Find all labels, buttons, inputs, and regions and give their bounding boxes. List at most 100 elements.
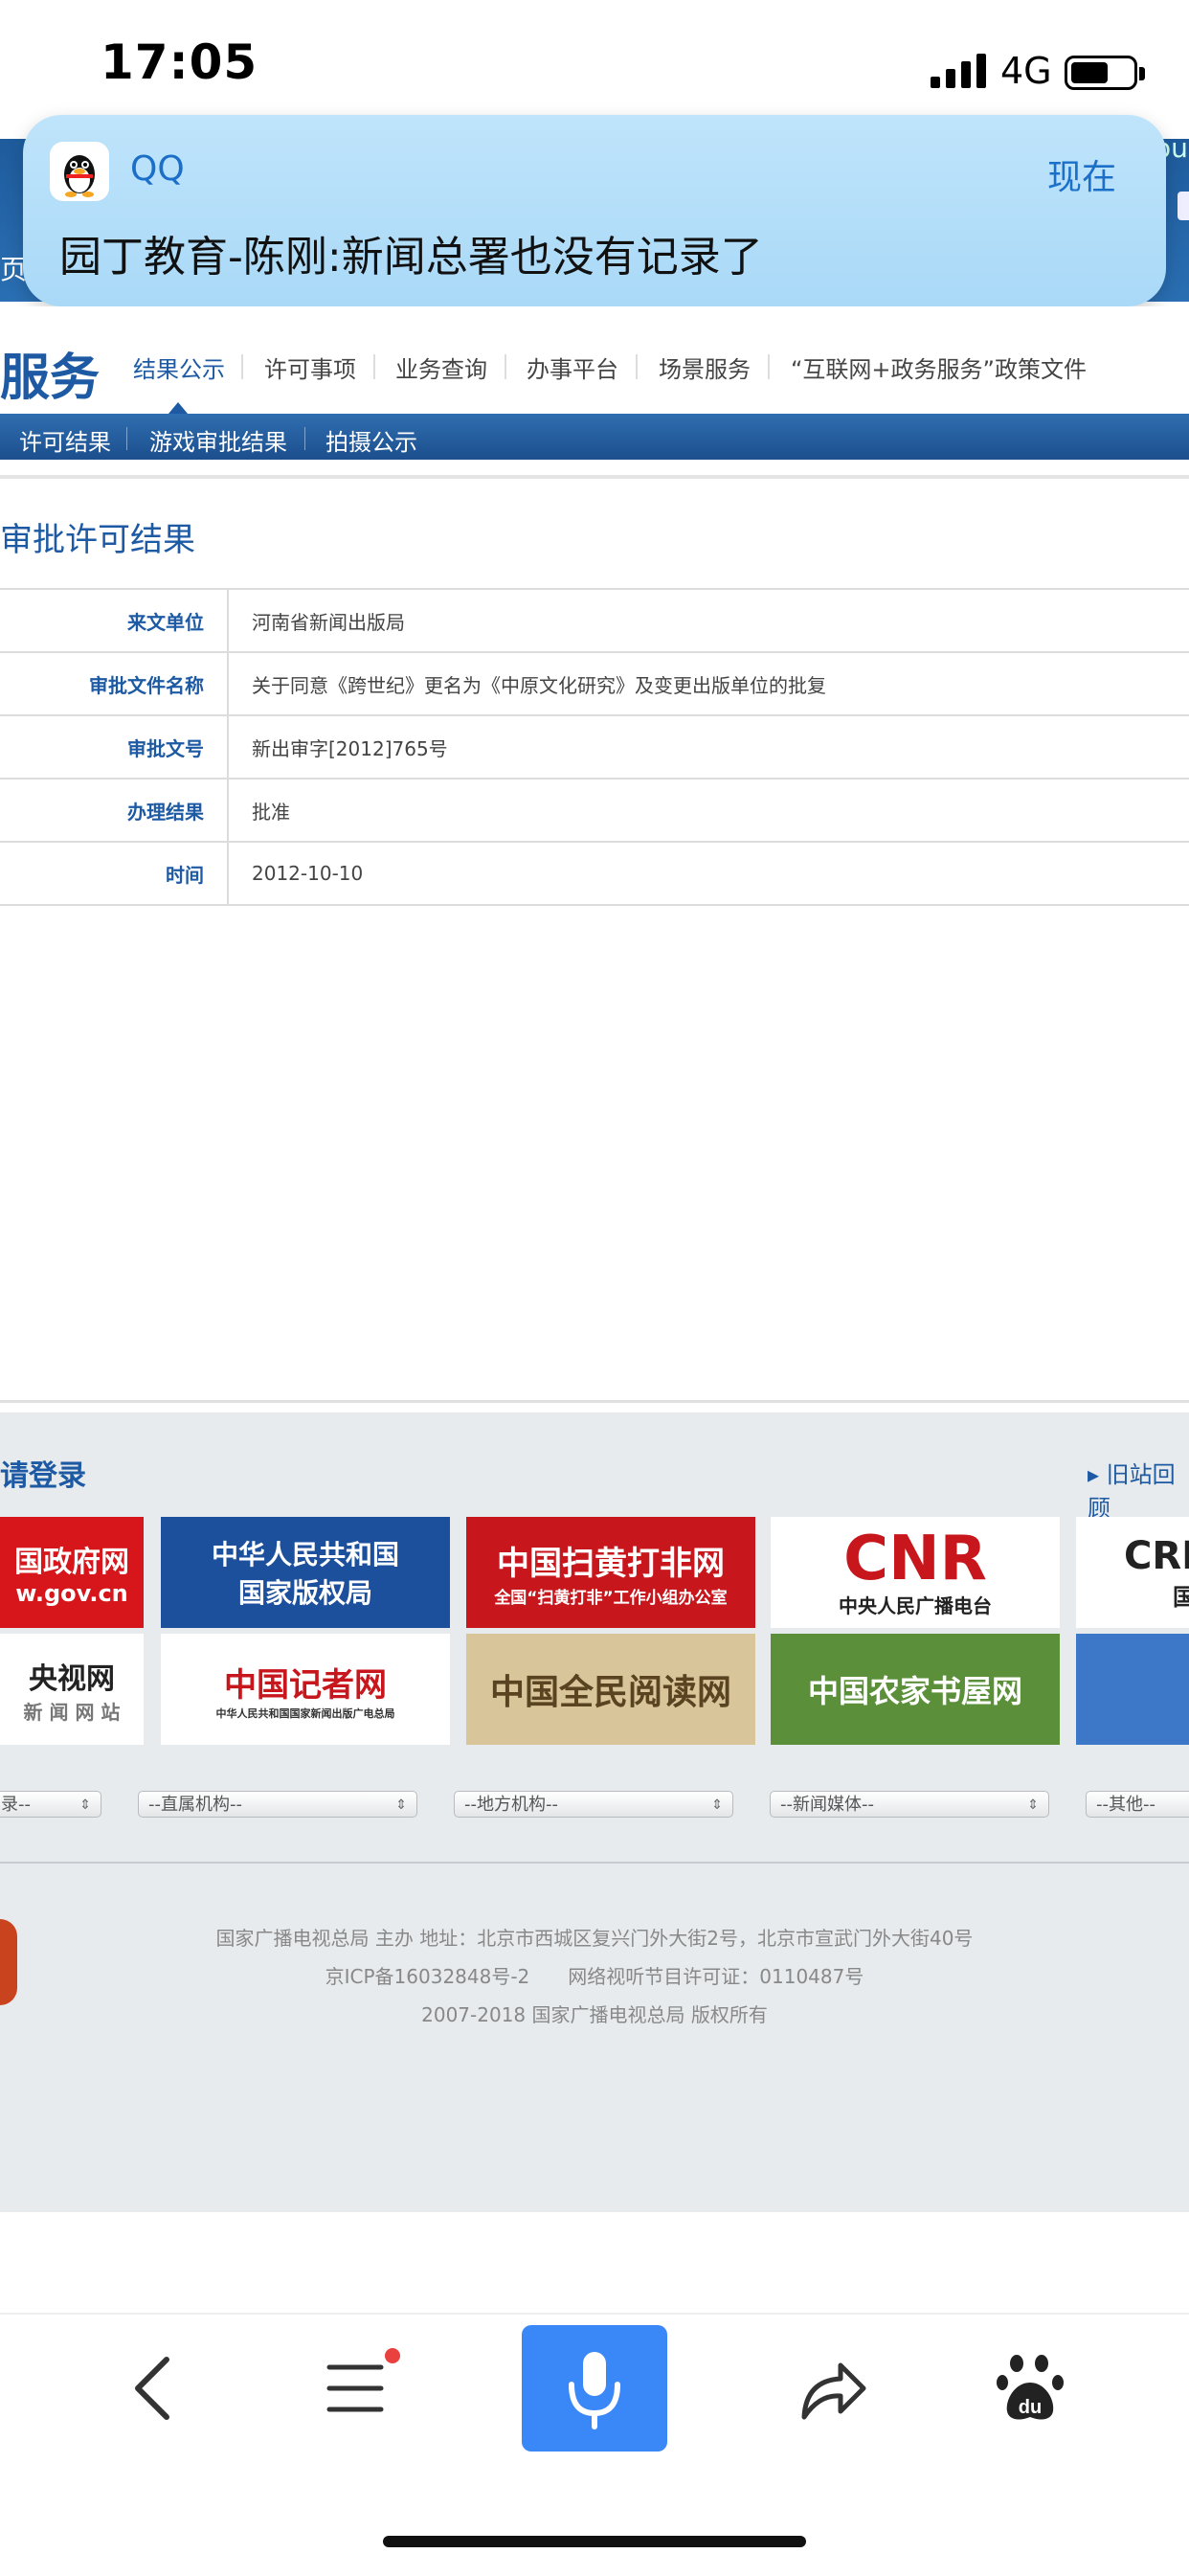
- nav-item-permits[interactable]: 许可事项: [264, 350, 356, 384]
- select-local-agencies[interactable]: --地方机构-- ⇕: [454, 1791, 733, 1818]
- logo-title: 中国全民阅读网: [489, 1672, 731, 1712]
- footer-license: 京ICP备16032848号-2 网络视听节目许可证：0110487号: [325, 1965, 864, 1988]
- select-arrow-icon: ⇕: [395, 1797, 407, 1813]
- table-row: 审批文件名称 关于同意《跨世纪》更名为《中原文化研究》及变更出版单位的批复: [0, 651, 1189, 716]
- logo-cnr[interactable]: CNR 中央人民广播电台: [771, 1517, 1060, 1628]
- footer-address: 国家广播电视总局 主办 地址：北京市西城区复兴门外大街2号，北京市宣武门外大街4…: [215, 1927, 974, 1950]
- row-value: 新出审字[2012]765号: [228, 714, 1189, 780]
- subnav-separator: [126, 427, 127, 450]
- share-icon[interactable]: [796, 2352, 869, 2425]
- row-value: 河南省新闻出版局: [228, 588, 1189, 653]
- subnav-item-filming[interactable]: 拍摄公示: [325, 423, 417, 457]
- table-row: 审批文号 新出审字[2012]765号: [0, 714, 1189, 780]
- notification-dot: [385, 2348, 400, 2363]
- nav-separator: [768, 354, 770, 379]
- battery-icon: [1065, 56, 1137, 90]
- subnav-item-game-approval[interactable]: 游戏审批结果: [149, 423, 287, 457]
- select-value: --其他--: [1096, 1795, 1155, 1815]
- logo-subtitle: 中央人民广播电台: [839, 1593, 992, 1617]
- logo-cri[interactable]: CRI 国: [1076, 1517, 1189, 1628]
- logo-subtitle: 全国“扫黄打非”工作小组办公室: [494, 1589, 728, 1608]
- logo-shdf[interactable]: 中国扫黄打非网 全国“扫黄打非”工作小组办公室: [466, 1517, 755, 1628]
- active-nav-caret-icon: [168, 402, 188, 414]
- select-news-media[interactable]: --新闻媒体-- ⇕: [770, 1791, 1049, 1818]
- select-related[interactable]: 录-- ⇕: [0, 1791, 101, 1818]
- logo-title: 中国扫黄打非网: [496, 1545, 725, 1583]
- nav-separator: [505, 354, 506, 379]
- back-icon[interactable]: [124, 2354, 182, 2423]
- logo-subtitle: 中华人民共和国国家新闻出版广电总局: [215, 1706, 395, 1720]
- logo-journalist-net[interactable]: 中国记者网 中华人民共和国国家新闻出版广电总局: [161, 1634, 450, 1745]
- logo-title: CRI: [1124, 1533, 1189, 1578]
- logo-gov-cn[interactable]: 国政府网 w.gov.cn: [0, 1517, 144, 1628]
- row-value: 批准: [228, 778, 1189, 843]
- cellular-signal-icon: [931, 54, 988, 88]
- subnav-item-permit-results[interactable]: 许可结果: [19, 423, 111, 457]
- table-row: 来文单位 河南省新闻出版局: [0, 588, 1189, 653]
- microphone-icon: [569, 2352, 620, 2429]
- row-label: 时间: [0, 841, 229, 906]
- site-search-box[interactable]: [1178, 192, 1189, 220]
- select-other[interactable]: --其他--: [1086, 1791, 1189, 1818]
- notification-time: 现在: [1047, 158, 1117, 197]
- content-divider: [0, 475, 1189, 479]
- logo-title: CNR: [843, 1523, 987, 1594]
- select-arrow-icon: ⇕: [1027, 1797, 1039, 1813]
- login-link[interactable]: 请登录: [0, 1452, 86, 1494]
- logo-farm-bookstore[interactable]: 中国农家书屋网: [771, 1634, 1060, 1745]
- nav-item-policy[interactable]: “互联网+政务服务”政策文件: [791, 350, 1087, 384]
- logo-subtitle: 国家版权局: [237, 1577, 372, 1609]
- logo-national-reading[interactable]: 中国全民阅读网: [466, 1634, 755, 1745]
- logo-title: 央视网: [28, 1661, 115, 1696]
- qq-penguin-icon: [50, 142, 109, 201]
- footer-divider: [0, 1400, 1189, 1403]
- select-value: --直属机构--: [148, 1795, 242, 1815]
- select-arrow-icon: ⇕: [711, 1797, 723, 1813]
- logo-title: 国政府网: [14, 1546, 129, 1579]
- select-value: --地方机构--: [464, 1795, 558, 1815]
- voice-search-button[interactable]: [522, 2325, 667, 2452]
- nav-item-query[interactable]: 业务查询: [395, 350, 487, 384]
- logo-partial-blue[interactable]: [1076, 1634, 1189, 1745]
- nav-separator: [373, 354, 375, 379]
- old-site-link[interactable]: ▸ 旧站回顾: [1088, 1456, 1189, 1523]
- battery-tip: [1139, 67, 1145, 80]
- row-label: 办理结果: [0, 778, 229, 843]
- row-value: 关于同意《跨世纪》更名为《中原文化研究》及变更出版单位的批复: [228, 651, 1189, 716]
- network-type: 4G: [1000, 50, 1052, 92]
- approval-detail-table: 来文单位 河南省新闻出版局 审批文件名称 关于同意《跨世纪》更名为《中原文化研究…: [0, 588, 1189, 906]
- menu-icon[interactable]: [325, 2361, 385, 2415]
- status-time: 17:05: [101, 34, 258, 90]
- svg-text:du: du: [1019, 2397, 1042, 2418]
- nav-item-scenario[interactable]: 场景服务: [659, 350, 751, 384]
- page-title: 审批许可结果: [0, 521, 195, 559]
- table-row: 时间 2012-10-10: [0, 841, 1189, 906]
- select-arrow-icon: ⇕: [79, 1797, 91, 1813]
- row-label: 审批文号: [0, 714, 229, 780]
- home-indicator[interactable]: [383, 2536, 806, 2547]
- nav-item-results[interactable]: 结果公示: [133, 350, 225, 384]
- logo-copyright-bureau[interactable]: 中华人民共和国 国家版权局: [161, 1517, 450, 1628]
- logo-title: 中华人民共和国: [211, 1539, 399, 1570]
- logo-subtitle: w.gov.cn: [15, 1580, 128, 1607]
- nav-separator: [241, 354, 243, 379]
- notification-message: 园丁教育-陈刚:新闻总署也没有记录了: [59, 233, 763, 282]
- logo-title: 中国农家书屋网: [807, 1673, 1022, 1709]
- subnav-separator: [304, 427, 305, 450]
- select-value: --新闻媒体--: [780, 1795, 874, 1815]
- nav-item-service-platform[interactable]: 办事平台: [527, 350, 618, 384]
- baidu-paw-icon[interactable]: du: [996, 2352, 1065, 2425]
- select-direct-agencies[interactable]: --直属机构-- ⇕: [138, 1791, 417, 1818]
- row-label: 来文单位: [0, 588, 229, 653]
- row-label: 审批文件名称: [0, 651, 229, 716]
- notification-app-name: QQ: [130, 149, 185, 189]
- footer-copyright: 2007-2018 国家广播电视总局 版权所有: [421, 2003, 768, 2026]
- nav-separator: [636, 354, 638, 379]
- table-row: 办理结果 批准: [0, 778, 1189, 843]
- logo-subtitle: 新 闻 网 站: [23, 1700, 121, 1724]
- logo-title: 中国记者网: [224, 1665, 387, 1705]
- logo-cctv[interactable]: 央视网 新 闻 网 站: [0, 1634, 144, 1745]
- row-value: 2012-10-10: [228, 841, 1189, 906]
- site-brand: 服务: [0, 350, 101, 407]
- footer-separator: [0, 1862, 1189, 1864]
